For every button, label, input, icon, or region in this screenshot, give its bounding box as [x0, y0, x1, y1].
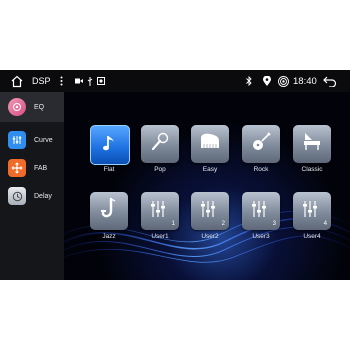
preset-classic-button[interactable] [293, 125, 331, 163]
preset-panel: Flat Pop Easy Rock Classic Jazz 1 User1 … [64, 92, 350, 280]
preset-flat-button[interactable] [90, 125, 130, 165]
sliders-icon [199, 199, 221, 224]
preset-label: Rock [253, 166, 269, 173]
location-icon [262, 70, 271, 92]
preset-number: 1 [171, 221, 175, 227]
curve-icon [8, 131, 26, 149]
sidebar-item-label: Delay [34, 192, 52, 200]
sidebar-item-eq[interactable]: EQ [0, 92, 64, 122]
preset-label: Jazz [102, 233, 116, 240]
preset-easy-button[interactable] [191, 125, 229, 163]
preset-label: Flat [103, 166, 115, 173]
microphone-icon [148, 130, 172, 159]
preset-label: User1 [151, 233, 169, 240]
clock: 18:40 [293, 75, 317, 87]
page-title: DSP [32, 76, 51, 86]
saxophone-icon [97, 197, 121, 226]
grand-piano-icon [300, 130, 324, 159]
video-icon [74, 70, 83, 92]
sidebar: EQ Curve FAB Delay [0, 92, 64, 280]
preset-label: User4 [303, 233, 321, 240]
preset-label: Pop [154, 166, 166, 173]
preset-pop-button[interactable] [141, 125, 179, 163]
preset-label: Classic [301, 166, 323, 173]
usb-icon [86, 70, 94, 92]
sliders-icon [250, 199, 272, 224]
bluetooth-icon [245, 70, 253, 92]
fab-icon [8, 159, 26, 177]
image-icon [96, 70, 105, 92]
eq-icon [8, 98, 26, 116]
more-vert-icon[interactable] [58, 70, 64, 92]
preset-user3-button[interactable]: 3 [242, 192, 280, 230]
sidebar-item-label: Curve [34, 136, 53, 144]
preset-label: User3 [252, 233, 270, 240]
back-icon[interactable] [322, 70, 338, 92]
preset-user2-button[interactable]: 2 [191, 192, 229, 230]
wifi-hotspot-icon [278, 70, 289, 92]
dsp-screen: DSP 18:40 EQ Curve FAB Delay Flat Pop Ea… [0, 70, 350, 280]
preset-user4-button[interactable]: 4 [293, 192, 331, 230]
preset-number: 3 [272, 221, 276, 227]
sliders-icon [301, 199, 323, 224]
sidebar-item-curve[interactable]: Curve [0, 125, 64, 155]
preset-number: 4 [323, 221, 327, 227]
sliders-icon [149, 199, 171, 224]
sidebar-item-delay[interactable]: Delay [0, 181, 64, 211]
status-bar: DSP 18:40 [0, 70, 350, 92]
sidebar-item-label: FAB [34, 164, 48, 172]
preset-user1-button[interactable]: 1 [141, 192, 179, 230]
sidebar-item-label: EQ [34, 103, 45, 111]
preset-jazz-button[interactable] [90, 192, 128, 230]
preset-number: 2 [221, 221, 225, 227]
preset-label: User2 [201, 233, 219, 240]
guitar-icon [249, 130, 273, 159]
delay-icon [8, 187, 26, 205]
piano-icon [198, 131, 222, 158]
preset-label: Easy [202, 166, 218, 173]
preset-rock-button[interactable] [242, 125, 280, 163]
home-icon[interactable] [6, 70, 28, 92]
music-note-icon [99, 132, 121, 159]
sidebar-item-fab[interactable]: FAB [0, 153, 64, 183]
background-wave [64, 210, 350, 263]
